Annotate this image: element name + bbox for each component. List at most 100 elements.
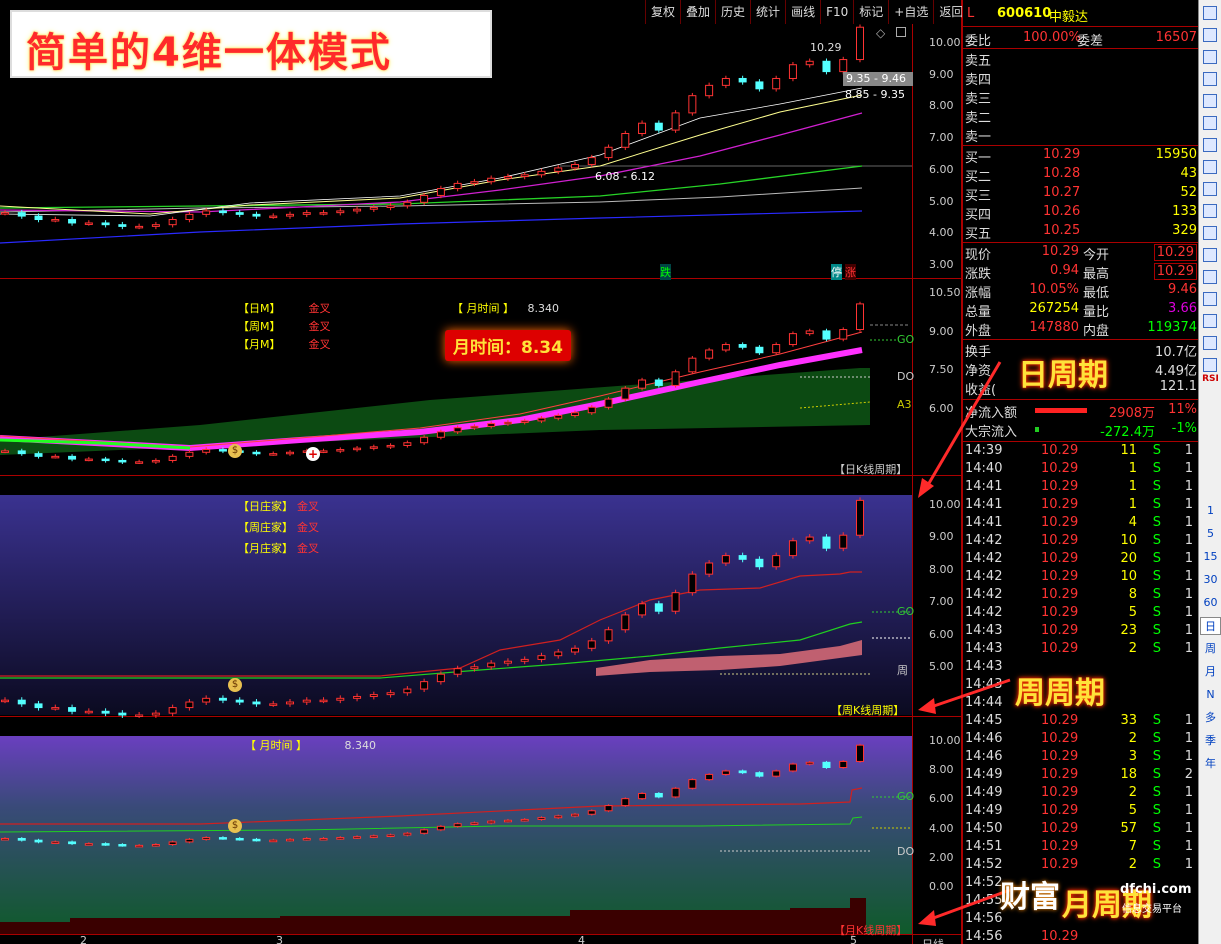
sidebar-tool-icon[interactable] bbox=[1203, 292, 1217, 306]
sidebar-period[interactable]: 周 bbox=[1200, 640, 1221, 658]
candle-body bbox=[856, 744, 864, 762]
candle-body bbox=[218, 837, 227, 840]
toolbar-button[interactable]: 统计 bbox=[751, 0, 787, 24]
sidebar-period[interactable]: 5 bbox=[1200, 525, 1221, 543]
candle-body bbox=[1, 212, 9, 215]
tick-price: 10.29 bbox=[1041, 803, 1079, 818]
sidebar-rsi[interactable]: RSI bbox=[1200, 370, 1221, 388]
sidebar-tool-icon[interactable] bbox=[1203, 28, 1217, 42]
sidebar-period[interactable]: 60 bbox=[1200, 594, 1221, 612]
sidebar-period[interactable]: 日 bbox=[1200, 617, 1221, 635]
toolbar-button[interactable]: 复权 bbox=[646, 0, 682, 24]
x-tick-label: 3 bbox=[276, 934, 283, 944]
tick-price: 10.29 bbox=[1041, 641, 1079, 656]
sidebar-period[interactable]: 1 bbox=[1200, 502, 1221, 520]
stock-code[interactable]: 600610 bbox=[997, 6, 1051, 21]
stat-value-2: 3.66 bbox=[1168, 301, 1197, 316]
bid-row[interactable]: 买三 10.27 52 bbox=[965, 185, 1197, 204]
candle-body bbox=[554, 414, 563, 419]
ting-badge: 停 bbox=[831, 264, 842, 280]
candle-body bbox=[688, 357, 697, 373]
tick-side: S bbox=[1152, 443, 1161, 458]
bid-row[interactable]: 买一 10.29 15950 bbox=[965, 147, 1197, 166]
toolbar-button[interactable]: +自选 bbox=[889, 0, 935, 24]
candle-body bbox=[772, 77, 781, 90]
sidebar-tool-icon[interactable] bbox=[1203, 270, 1217, 284]
sidebar-tool-icon[interactable] bbox=[1203, 336, 1217, 350]
sidebar-period[interactable]: 多 bbox=[1200, 709, 1221, 727]
candle-body bbox=[34, 215, 43, 221]
candle-body bbox=[84, 843, 93, 846]
sidebar-period[interactable]: 15 bbox=[1200, 548, 1221, 566]
chart-area[interactable] bbox=[0, 0, 962, 944]
stock-name[interactable]: 中毅达 bbox=[1049, 6, 1088, 25]
candle-body bbox=[386, 205, 395, 208]
candle-body bbox=[688, 779, 697, 789]
candle-body bbox=[302, 699, 311, 703]
stat-value-2: 10.29 bbox=[1153, 263, 1197, 280]
sidebar-tool-icon[interactable] bbox=[1203, 6, 1217, 20]
candle-body bbox=[839, 534, 848, 549]
tick-volume: 1 bbox=[1128, 497, 1137, 512]
stat-value: 0.94 bbox=[1050, 263, 1079, 278]
candle-body bbox=[269, 839, 278, 843]
sidebar-period[interactable]: N bbox=[1200, 686, 1221, 704]
stat-label-2: 最低 bbox=[1083, 286, 1110, 301]
stat-value: 10.29 bbox=[1041, 244, 1079, 259]
candle-body bbox=[101, 843, 110, 846]
candle-body bbox=[118, 844, 127, 847]
toolbar-button[interactable]: F10 bbox=[821, 0, 855, 24]
sidebar-tool-icon[interactable] bbox=[1203, 204, 1217, 218]
tick-volume: 3 bbox=[1128, 749, 1137, 764]
sidebar-tool-icon[interactable] bbox=[1203, 72, 1217, 86]
sidebar-tool-icon[interactable] bbox=[1203, 138, 1217, 152]
bid-row[interactable]: 买五 10.25 329 bbox=[965, 223, 1197, 242]
bid-row[interactable]: 买四 10.26 133 bbox=[965, 204, 1197, 223]
sidebar-tool-icon[interactable] bbox=[1203, 182, 1217, 196]
candle-body bbox=[185, 213, 194, 221]
tick-price: 10.29 bbox=[1041, 749, 1079, 764]
bid-row[interactable]: 买二 10.28 43 bbox=[965, 166, 1197, 185]
sidebar-tool-icon[interactable] bbox=[1203, 50, 1217, 64]
candle-body bbox=[185, 838, 194, 843]
tick-volume: 2 bbox=[1128, 785, 1137, 800]
candle-body bbox=[470, 181, 479, 184]
candle-body bbox=[168, 841, 177, 846]
sidebar-tool-icon[interactable] bbox=[1203, 94, 1217, 108]
toolbar-button[interactable]: 标记 bbox=[854, 0, 890, 24]
sidebar-period[interactable]: 年 bbox=[1200, 755, 1221, 773]
candle-body bbox=[671, 112, 680, 131]
stat-label: 外盘 bbox=[965, 324, 992, 339]
toolbar-button[interactable]: 画线 bbox=[786, 0, 822, 24]
sidebar-tool-icon[interactable] bbox=[1203, 116, 1217, 130]
sidebar-period[interactable]: 季 bbox=[1200, 732, 1221, 750]
candle-body bbox=[436, 431, 445, 438]
p3-legend: 【日庄家】 金叉 【周庄家】 金叉 【月庄家】 金叉 bbox=[238, 498, 319, 561]
candle-body bbox=[319, 450, 328, 453]
candle-body bbox=[319, 212, 328, 215]
toolbar-button[interactable]: 叠加 bbox=[681, 0, 717, 24]
bid-price: 10.26 bbox=[1043, 204, 1081, 219]
candle-body bbox=[84, 710, 93, 714]
candle-body bbox=[587, 640, 596, 649]
sidebar-tool-icon[interactable] bbox=[1203, 226, 1217, 240]
sidebar-tool-icon[interactable] bbox=[1203, 314, 1217, 328]
tick-count: 1 bbox=[1184, 821, 1193, 836]
plus-circle-icon[interactable]: + bbox=[306, 447, 320, 461]
sidebar-period[interactable]: 月 bbox=[1200, 663, 1221, 681]
sidebar-tool-icon[interactable] bbox=[1203, 248, 1217, 262]
candle-body bbox=[554, 167, 563, 172]
candle-body bbox=[386, 692, 395, 696]
tick-count: 1 bbox=[1184, 515, 1193, 530]
stock-flag: L bbox=[967, 6, 975, 21]
bid-price: 10.28 bbox=[1043, 166, 1081, 181]
tick-volume: 10 bbox=[1120, 569, 1137, 584]
toolbar-button[interactable]: 历史 bbox=[716, 0, 752, 24]
panel-toggle-icon[interactable] bbox=[896, 27, 906, 37]
sidebar-tool-icon[interactable] bbox=[1203, 160, 1217, 174]
candle-body bbox=[369, 446, 378, 449]
diamond-icon[interactable]: ◇ bbox=[876, 26, 885, 40]
candle-body bbox=[705, 84, 714, 97]
tick-side: S bbox=[1152, 497, 1161, 512]
sidebar-period[interactable]: 30 bbox=[1200, 571, 1221, 589]
